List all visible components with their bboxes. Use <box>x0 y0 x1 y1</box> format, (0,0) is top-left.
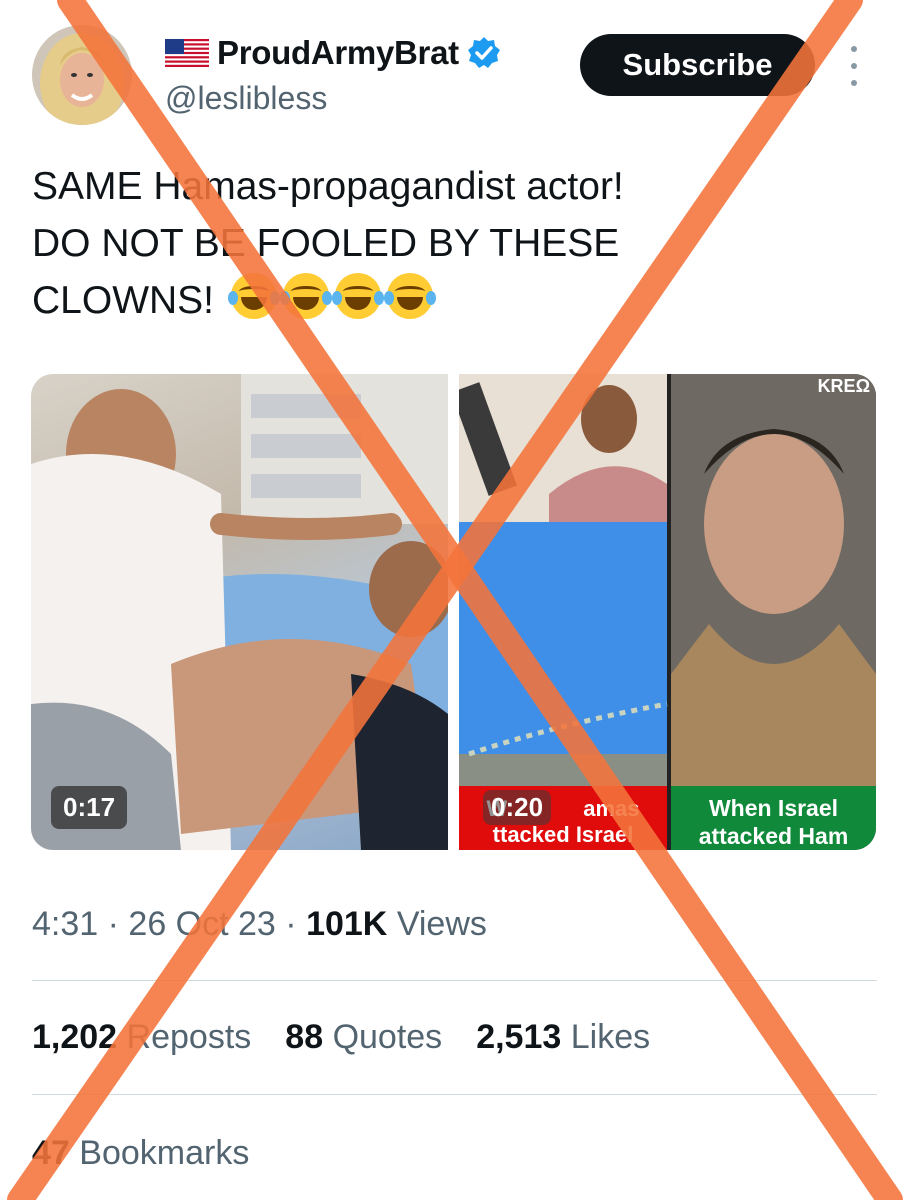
tweet-line: DO NOT BE FOOLED BY THESE <box>32 222 620 265</box>
video-1-scene <box>31 374 453 850</box>
engagement-stats: 1,202 Reposts 88 Quotes 2,513 Likes <box>32 1018 650 1057</box>
divider <box>32 980 877 981</box>
separator: · <box>107 905 119 943</box>
video-caption-right: When Israel attacked Ham <box>671 794 876 850</box>
display-name: ProudArmyBrat <box>217 34 459 71</box>
author-name-row[interactable]: ProudArmyBrat <box>165 32 501 74</box>
likes-count: 2,513 <box>476 1018 562 1056</box>
video-thumbnail-1[interactable]: 0:17 <box>31 374 453 850</box>
video-duration: 0:17 <box>51 786 128 829</box>
views-label: Views <box>396 905 487 943</box>
quotes-stat[interactable]: 88 Quotes <box>285 1018 442 1057</box>
face-with-tears-of-joy-icon <box>383 273 436 319</box>
avatar[interactable] <box>32 25 132 125</box>
likes-stat[interactable]: 2,513 Likes <box>476 1018 650 1057</box>
media-grid: 0:17 Wamas ttacked Israel When Israel at… <box>31 374 876 850</box>
separator: · <box>285 905 297 943</box>
quotes-label: Quotes <box>332 1018 443 1056</box>
quotes-count: 88 <box>285 1018 324 1056</box>
caption-line: When Israel <box>708 795 839 821</box>
bookmarks-count: 47 <box>32 1134 70 1172</box>
caption-line: ttacked Israel <box>492 822 634 847</box>
reposts-label: Reposts <box>126 1018 252 1056</box>
video-duration: 0:20 <box>483 790 552 825</box>
more-options-icon[interactable] <box>842 46 866 86</box>
likes-label: Likes <box>570 1018 651 1056</box>
video-thumbnail-2[interactable]: Wamas ttacked Israel When Israel attacke… <box>451 374 876 850</box>
tweet-date[interactable]: 26 Oct 23 <box>128 905 275 943</box>
reposts-stat[interactable]: 1,202 Reposts <box>32 1018 251 1057</box>
avatar-image <box>32 25 132 125</box>
face-with-tears-of-joy-icon <box>227 273 280 319</box>
subscribe-button[interactable]: Subscribe <box>580 34 815 96</box>
views-count: 101K <box>306 905 388 943</box>
face-with-tears-of-joy-icon <box>331 273 384 319</box>
tweet-line-3: CLOWNS! <box>32 272 872 329</box>
verified-badge-icon[interactable] <box>467 36 501 70</box>
video-2-scene <box>451 374 876 850</box>
us-flag-icon <box>165 39 209 67</box>
caption-line: attacked Ham <box>698 823 849 849</box>
bookmarks-label: Bookmarks <box>79 1134 250 1172</box>
divider <box>32 1094 877 1095</box>
author-handle[interactable]: @leslibless <box>165 80 327 117</box>
tweet-line: CLOWNS! <box>32 279 215 322</box>
tweet-meta: 4:31 · 26 Oct 23 · 101K Views <box>32 905 487 944</box>
reposts-count: 1,202 <box>32 1018 118 1056</box>
watermark: KREΩ <box>817 376 870 396</box>
tweet-time[interactable]: 4:31 <box>32 905 98 943</box>
caption-fragment: amas <box>583 796 640 821</box>
bookmarks-stat[interactable]: 47 Bookmarks <box>32 1134 249 1173</box>
tweet-text: SAME Hamas-propagandist actor! DO NOT BE… <box>32 158 872 329</box>
tweet-line: SAME Hamas-propagandist actor! <box>32 165 624 208</box>
face-with-tears-of-joy-icon <box>279 273 332 319</box>
